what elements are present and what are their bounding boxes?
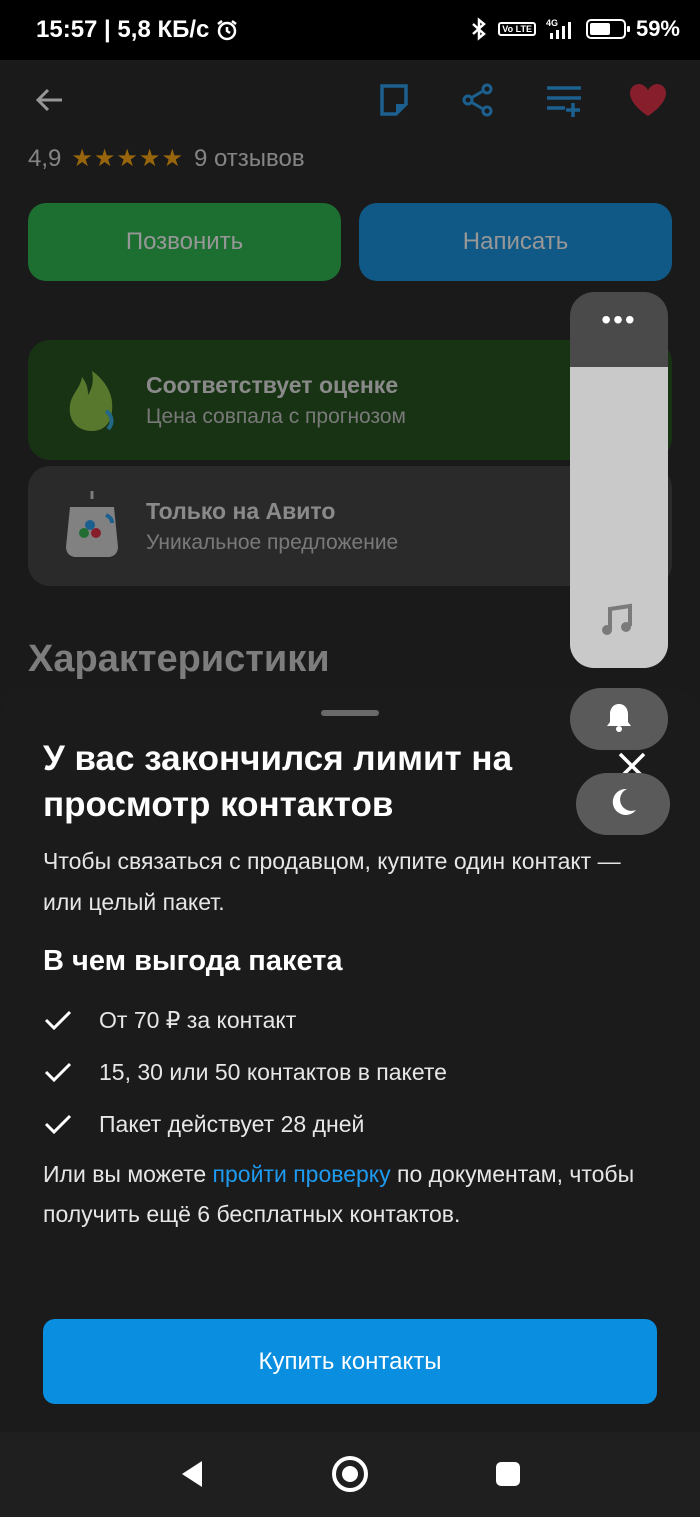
signal-icon: 4G	[546, 17, 576, 41]
check-icon	[43, 1060, 77, 1084]
verify-prefix: Или вы можете	[43, 1161, 213, 1187]
benefits-heading: В чем выгода пакета	[43, 945, 343, 977]
verify-text: Или вы можете пройти проверку по докумен…	[43, 1154, 643, 1234]
status-right: Vo LTE 4G 59%	[470, 16, 680, 42]
ring-mode-button[interactable]	[570, 688, 668, 750]
reviews-count: 9 отзывов	[193, 144, 305, 172]
rating-stars: ★★★★★	[71, 145, 184, 172]
favorite-heart-icon[interactable]	[626, 78, 670, 122]
sheet-description: Чтобы связаться с продавцом, купите один…	[43, 848, 621, 915]
share-icon[interactable]	[456, 78, 500, 122]
system-nav-bar	[0, 1432, 700, 1517]
call-button[interactable]: Позвонить	[28, 203, 341, 281]
volte-badge: Vo LTE	[498, 22, 536, 36]
benefit-text: Пакет действует 28 дней	[99, 1110, 365, 1137]
nav-back-icon[interactable]	[170, 1452, 214, 1496]
battery-icon	[585, 19, 630, 39]
badge-subtitle: Цена совпала с прогнозом	[146, 404, 406, 428]
badge-title: Только на Авито	[146, 497, 336, 524]
status-time-speed: 15:57 | 5,8 КБ/с	[36, 16, 210, 43]
note-icon[interactable]	[372, 78, 416, 122]
do-not-disturb-button[interactable]	[576, 773, 670, 835]
battery-percent: 59%	[635, 16, 680, 41]
sheet-title: У вас закончился лимит на просмотр конта…	[43, 739, 513, 824]
fire-icon	[62, 361, 122, 440]
rating-value: 4,9	[28, 144, 62, 172]
nav-recents-icon[interactable]	[486, 1452, 530, 1496]
buy-contacts-button[interactable]: Купить контакты	[43, 1319, 657, 1404]
alarm-icon	[215, 18, 239, 42]
moon-icon	[607, 786, 639, 823]
bluetooth-icon	[470, 17, 488, 41]
verify-link[interactable]: пройти проверку	[213, 1161, 391, 1187]
svg-text:4G: 4G	[546, 18, 558, 28]
music-note-icon	[600, 603, 634, 642]
more-dots-icon[interactable]: •••	[570, 304, 668, 336]
rating-row[interactable]: 4,9 ★★★★★ 9 отзывов	[28, 144, 305, 173]
badge-subtitle: Уникальное предложение	[146, 530, 399, 554]
sheet-drag-handle[interactable]	[321, 710, 379, 716]
badge-title: Соответствует оценке	[146, 371, 399, 398]
benefit-item: 15, 30 или 50 контактов в пакете	[43, 1046, 663, 1098]
volume-panel[interactable]: •••	[570, 292, 668, 668]
check-icon	[43, 1112, 77, 1136]
write-button[interactable]: Написать	[359, 203, 672, 281]
benefit-text: 15, 30 или 50 контактов в пакете	[99, 1058, 447, 1085]
benefit-item: От 70 ₽ за контакт	[43, 994, 663, 1046]
toolbar	[0, 60, 700, 140]
back-arrow-icon[interactable]	[28, 78, 72, 122]
check-icon	[43, 1008, 77, 1032]
benefit-text: От 70 ₽ за контакт	[99, 1006, 297, 1033]
add-to-list-icon[interactable]	[542, 78, 586, 122]
status-left: 15:57 | 5,8 КБ/с	[36, 16, 239, 44]
gamepad-tag-icon	[62, 487, 122, 566]
status-bar: 15:57 | 5,8 КБ/с Vo LTE 4G 59%	[0, 0, 700, 60]
benefit-item: Пакет действует 28 дней	[43, 1098, 663, 1150]
bell-icon	[604, 701, 634, 738]
characteristics-heading: Характеристики	[28, 638, 330, 680]
benefits-list: От 70 ₽ за контакт 15, 30 или 50 контакт…	[43, 994, 663, 1150]
nav-home-icon[interactable]	[328, 1452, 372, 1496]
